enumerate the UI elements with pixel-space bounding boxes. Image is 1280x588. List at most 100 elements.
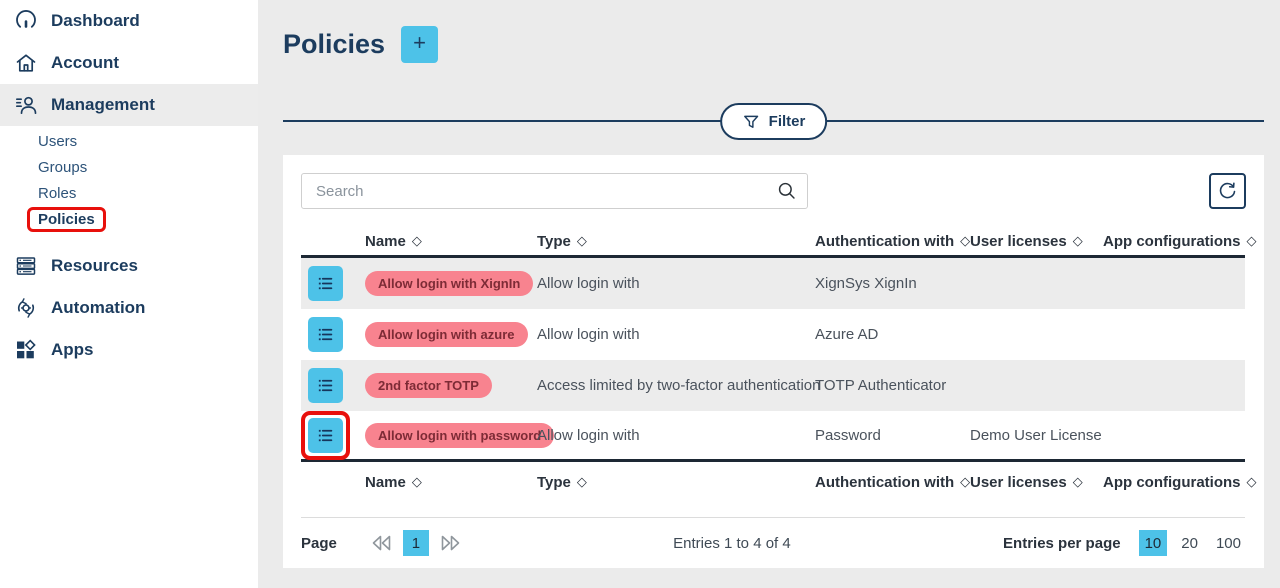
column-header-authentication[interactable]: Authentication with ◇ [815, 474, 970, 491]
sidebar-item-automation[interactable]: Automation [0, 287, 258, 329]
column-label: App configurations [1103, 233, 1241, 250]
list-icon [316, 274, 335, 293]
add-policy-button[interactable]: + [401, 26, 438, 63]
filter-bar: Filter [283, 103, 1264, 141]
sidebar-item-label: Dashboard [51, 11, 140, 31]
table-row: 2nd factor TOTP Access limited by two-fa… [301, 360, 1245, 411]
gauge-icon [14, 9, 38, 33]
search-input[interactable] [301, 173, 808, 209]
title-row: Policies + [283, 26, 438, 63]
search-wrap [301, 173, 808, 209]
column-label: App configurations [1103, 474, 1241, 491]
sort-icon: ◇ [960, 233, 970, 249]
column-label: Authentication with [815, 233, 954, 250]
page-size-option-100[interactable]: 100 [1212, 530, 1245, 556]
table-row: Allow login with azure Allow login with … [301, 309, 1245, 360]
cell-licenses: Demo User License [970, 427, 1103, 444]
sort-icon: ◇ [577, 233, 587, 249]
home-icon [14, 51, 38, 75]
column-label: User licenses [970, 474, 1067, 491]
list-icon [316, 426, 335, 445]
column-header-app-configurations[interactable]: App configurations◇ [1103, 474, 1257, 491]
sort-icon: ◇ [1247, 233, 1257, 249]
pagination-bar: Page 1 Entries 1 [301, 517, 1245, 568]
column-header-app-configurations[interactable]: App configurations ◇ [1103, 233, 1257, 250]
table-row: Allow login with XignIn Allow login with… [301, 258, 1245, 309]
sort-icon: ◇ [960, 474, 970, 490]
sidebar-item-dashboard[interactable]: Dashboard [0, 0, 258, 42]
sidebar-item-account[interactable]: Account [0, 42, 258, 84]
filter-button[interactable]: Filter [720, 103, 828, 140]
list-icon [316, 376, 335, 395]
policy-name-badge: 2nd factor TOTP [365, 373, 492, 398]
cell-authentication: XignSys XignIn [815, 275, 970, 292]
policy-name-badge: Allow login with XignIn [365, 271, 533, 296]
sidebar-subitem-groups[interactable]: Groups [38, 154, 258, 180]
pagination-controls: Page 1 [301, 530, 461, 556]
column-header-type[interactable]: Type ◇ [537, 233, 587, 250]
double-chevron-left-icon [371, 534, 393, 552]
page-label: Page [301, 535, 337, 552]
management-submenu: Users Groups Roles Policies [0, 126, 258, 238]
main-content: Policies + Filter [258, 0, 1280, 588]
cell-authentication: Azure AD [815, 326, 970, 343]
column-label: Type [537, 233, 571, 250]
funnel-icon [742, 113, 760, 131]
column-label: User licenses [970, 233, 1067, 250]
current-page[interactable]: 1 [403, 530, 429, 556]
row-menu-button[interactable] [308, 317, 343, 352]
next-page-button[interactable] [439, 534, 461, 552]
sort-icon: ◇ [1073, 474, 1083, 490]
sidebar-item-label: Account [51, 53, 119, 73]
list-icon [316, 325, 335, 344]
double-chevron-right-icon [439, 534, 461, 552]
entries-per-page-label: Entries per page [1003, 535, 1121, 552]
column-header-type[interactable]: Type ◇ [537, 474, 587, 491]
sidebar-item-management[interactable]: Management [0, 84, 258, 126]
search-icon[interactable] [776, 180, 798, 202]
users-icon [14, 93, 38, 117]
sidebar-item-apps[interactable]: Apps [0, 329, 258, 371]
previous-page-button[interactable] [371, 534, 393, 552]
policy-name-badge: Allow login with password [365, 423, 554, 448]
row-menu-button[interactable] [308, 368, 343, 403]
refresh-button[interactable] [1209, 173, 1246, 209]
column-label: Authentication with [815, 474, 954, 491]
subitem-label: Users [38, 133, 77, 150]
table-row: Allow login with password Allow login wi… [301, 411, 1245, 462]
column-header-authentication[interactable]: Authentication with ◇ [815, 233, 970, 250]
sidebar-subitem-policies[interactable]: Policies [38, 206, 258, 232]
cell-type: Allow login with [537, 427, 815, 444]
sort-icon: ◇ [577, 474, 587, 490]
column-header-name[interactable]: Name◇ [365, 233, 422, 250]
sidebar-item-resources[interactable]: Resources [0, 245, 258, 287]
filter-label: Filter [769, 113, 806, 130]
row-menu-button[interactable] [308, 266, 343, 301]
refresh-icon [1217, 181, 1238, 202]
policies-card: Name◇ Type◇ Authentication with◇ User li… [283, 155, 1264, 568]
entries-summary: Entries 1 to 4 of 4 [673, 535, 791, 552]
sort-icon: ◇ [1073, 233, 1083, 249]
table-header: Name◇ Type◇ Authentication with◇ User li… [301, 227, 1245, 258]
page-size-option-20[interactable]: 20 [1177, 530, 1202, 556]
page-size-option-10[interactable]: 10 [1139, 530, 1168, 556]
cell-type: Access limited by two-factor authenticat… [537, 377, 815, 394]
cell-authentication: Password [815, 427, 970, 444]
column-header-name[interactable]: Name◇ [365, 474, 422, 491]
sidebar-item-label: Resources [51, 256, 138, 276]
sidebar-item-label: Management [51, 95, 155, 115]
entries-per-page-controls: Entries per page 10 20 100 [1003, 530, 1245, 556]
column-label: Name [365, 233, 406, 250]
column-label: Name [365, 474, 406, 491]
column-header-licenses[interactable]: User licenses ◇ [970, 474, 1083, 491]
server-icon [14, 254, 38, 278]
column-header-licenses[interactable]: User licenses ◇ [970, 233, 1083, 250]
sidebar-subitem-users[interactable]: Users [38, 128, 258, 154]
row-menu-button[interactable] [308, 418, 343, 453]
sidebar: Dashboard Account Management Users Group… [0, 0, 258, 588]
annotation-red-box-policies: Policies [27, 207, 106, 232]
sidebar-subitem-roles[interactable]: Roles [38, 180, 258, 206]
apps-icon [14, 338, 38, 362]
cell-authentication: TOTP Authenticator [815, 377, 970, 394]
column-label: Type [537, 474, 571, 491]
